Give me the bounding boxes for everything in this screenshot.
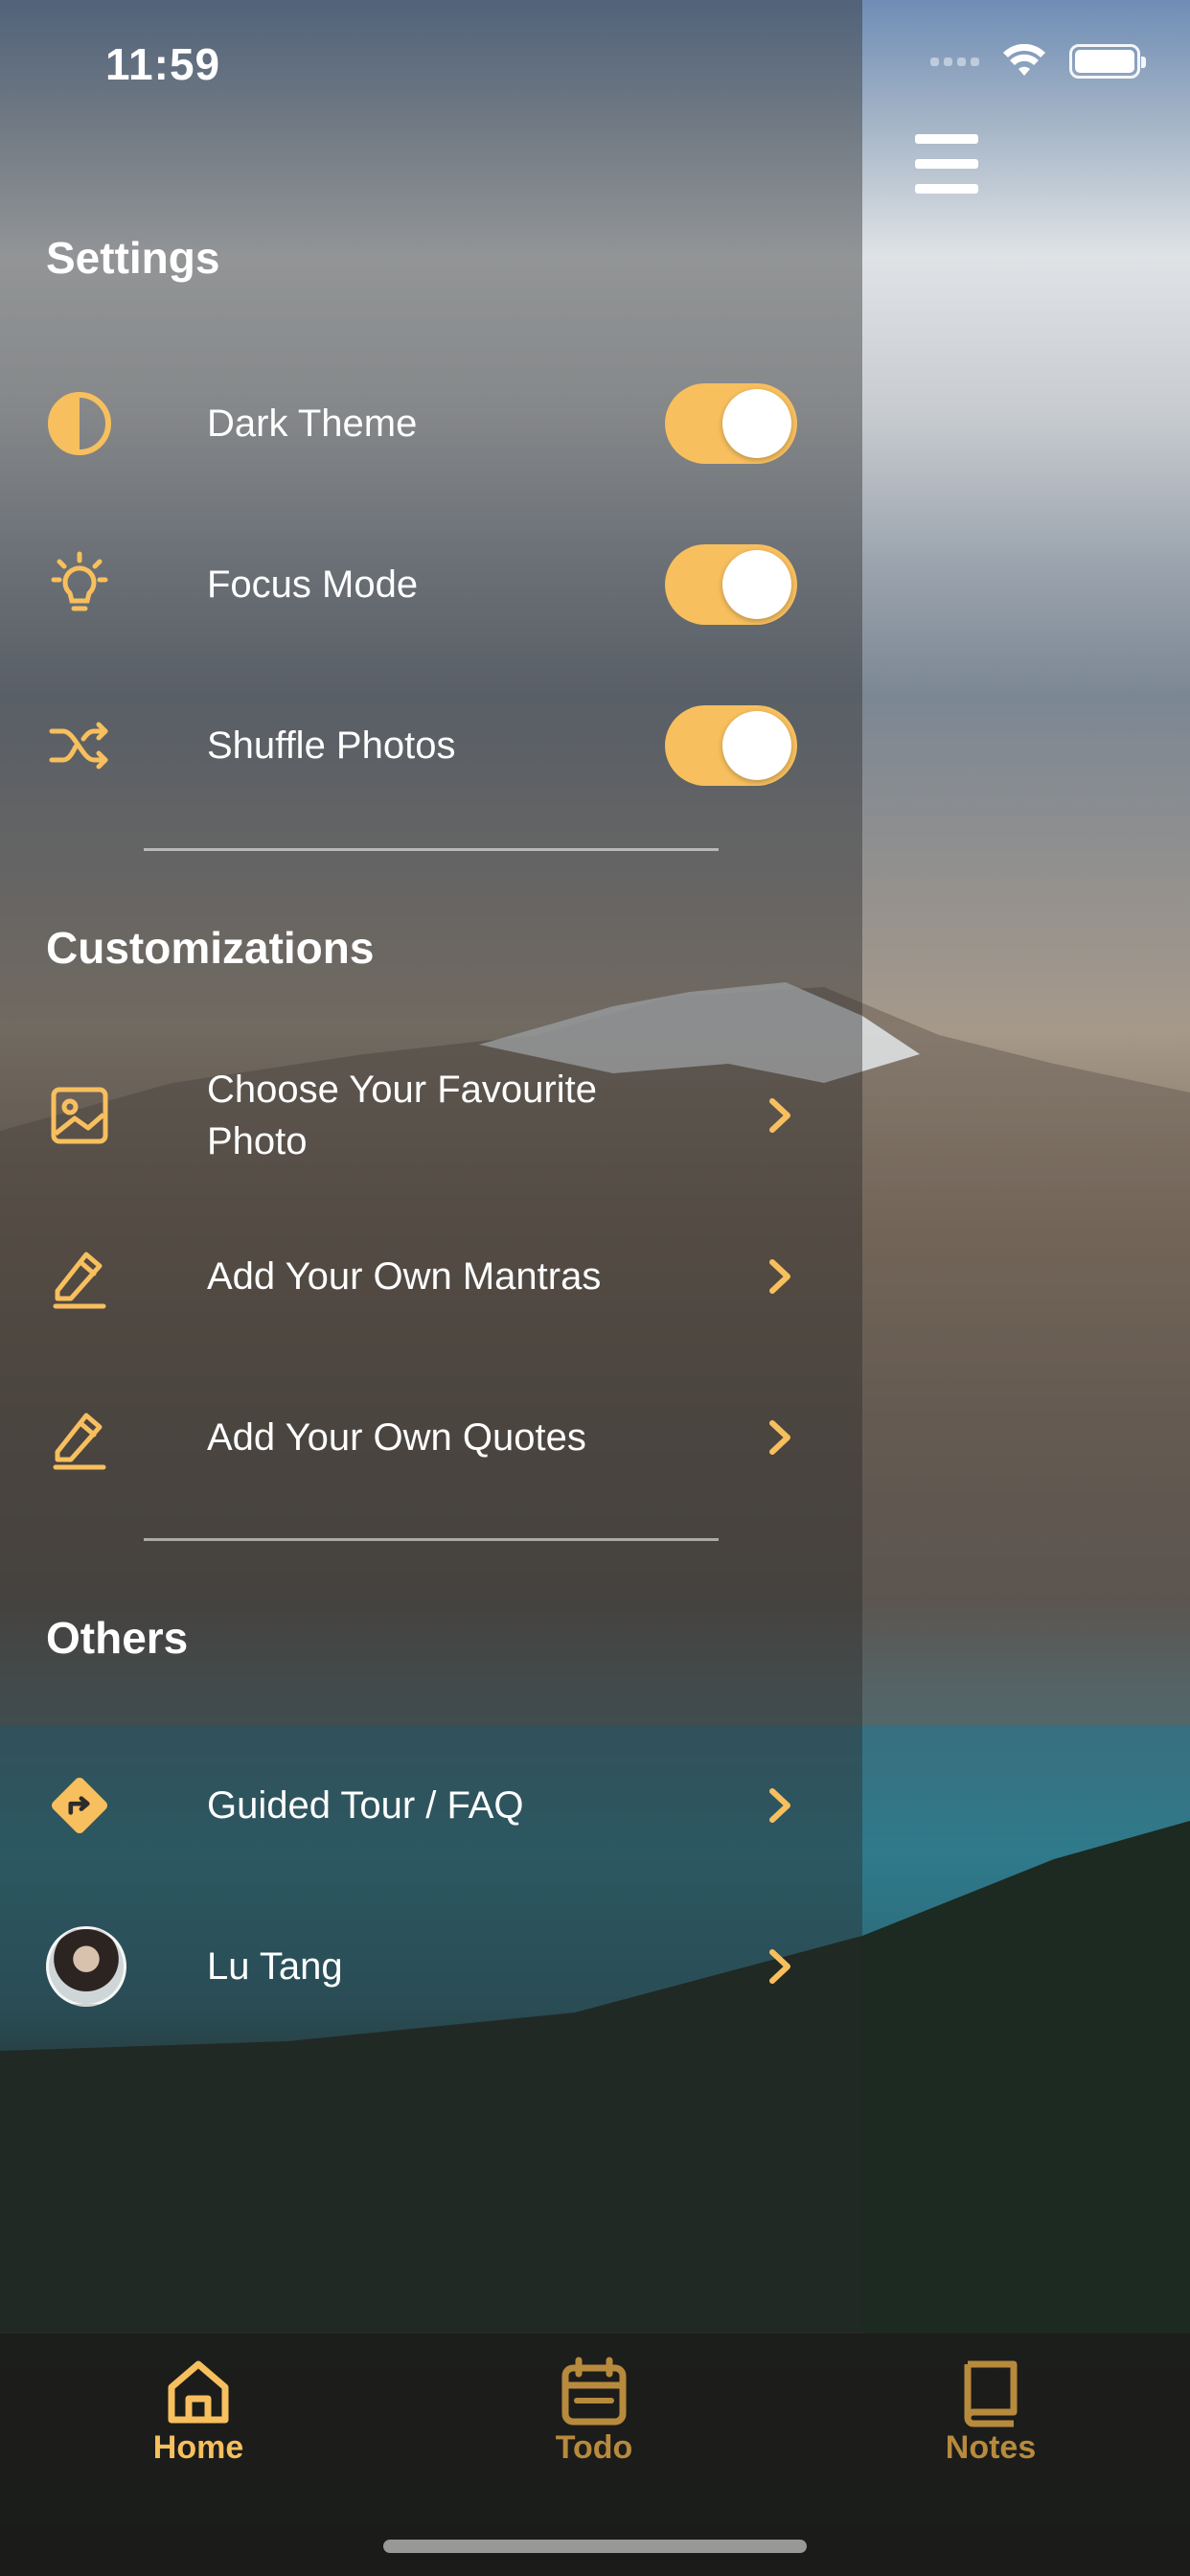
dark-theme-toggle[interactable]: [665, 383, 797, 464]
setting-row-dark-theme: Dark Theme: [0, 366, 862, 481]
divider: [144, 848, 719, 851]
menu-item-add-quotes[interactable]: Add Your Own Quotes: [0, 1380, 862, 1495]
setting-label: Dark Theme: [207, 402, 418, 445]
chevron-right-icon: [769, 1420, 790, 1455]
tab-home[interactable]: Home: [103, 2355, 294, 2467]
chevron-right-icon: [769, 1259, 790, 1294]
shuffle-icon: [46, 712, 113, 779]
menu-item-profile[interactable]: Lu Tang: [0, 1909, 862, 2024]
shuffle-photos-toggle[interactable]: [665, 705, 797, 786]
pencil-icon: [46, 1243, 113, 1310]
tab-label: Notes: [945, 2429, 1037, 2466]
setting-label: Shuffle Photos: [207, 724, 456, 767]
pencil-icon: [46, 1404, 113, 1471]
status-time: 11:59: [105, 39, 221, 89]
tab-notes[interactable]: Notes: [895, 2355, 1087, 2467]
wifi-icon: [1003, 44, 1045, 76]
chevron-right-icon: [769, 1098, 790, 1133]
setting-row-shuffle-photos: Shuffle Photos: [0, 688, 862, 803]
setting-label: Focus Mode: [207, 564, 419, 606]
half-circle-icon: [46, 390, 113, 457]
setting-row-focus-mode: Focus Mode: [0, 527, 862, 642]
divider: [144, 1538, 719, 1541]
calendar-icon: [561, 2357, 627, 2426]
status-icons: [930, 44, 1146, 79]
menu-item-label-line2: Photo: [207, 1120, 308, 1162]
menu-item-add-mantras[interactable]: Add Your Own Mantras: [0, 1219, 862, 1334]
tab-label: Home: [152, 2429, 244, 2466]
chevron-right-icon: [769, 1949, 790, 1984]
section-title-customizations: Customizations: [46, 923, 375, 973]
menu-item-label: Choose Your Favourite Photo: [207, 1064, 597, 1167]
menu-item-choose-photo[interactable]: Choose Your Favourite Photo: [0, 1058, 862, 1173]
chevron-right-icon: [769, 1788, 790, 1823]
menu-item-label-line1: Choose Your Favourite: [207, 1069, 597, 1111]
hamburger-menu-icon[interactable]: [915, 134, 978, 194]
cellular-signal-icon: [930, 57, 979, 66]
tab-todo[interactable]: Todo: [498, 2355, 690, 2467]
menu-item-guided-tour[interactable]: Guided Tour / FAQ: [0, 1748, 862, 1863]
avatar: [46, 1926, 126, 2007]
focus-mode-toggle[interactable]: [665, 544, 797, 625]
image-icon: [46, 1082, 113, 1149]
battery-icon: [1069, 44, 1146, 79]
menu-item-label: Guided Tour / FAQ: [207, 1784, 524, 1827]
home-icon: [168, 2360, 229, 2424]
tab-label: Todo: [555, 2429, 633, 2466]
book-icon: [964, 2360, 1018, 2427]
menu-item-label: Lu Tang: [207, 1945, 343, 1988]
home-indicator: [383, 2540, 807, 2553]
section-title-others: Others: [46, 1613, 189, 1663]
lightbulb-icon: [46, 551, 113, 618]
directions-icon: [46, 1772, 113, 1839]
menu-item-label: Add Your Own Mantras: [207, 1255, 602, 1298]
menu-item-label: Add Your Own Quotes: [207, 1416, 586, 1459]
section-title-settings: Settings: [46, 233, 220, 283]
